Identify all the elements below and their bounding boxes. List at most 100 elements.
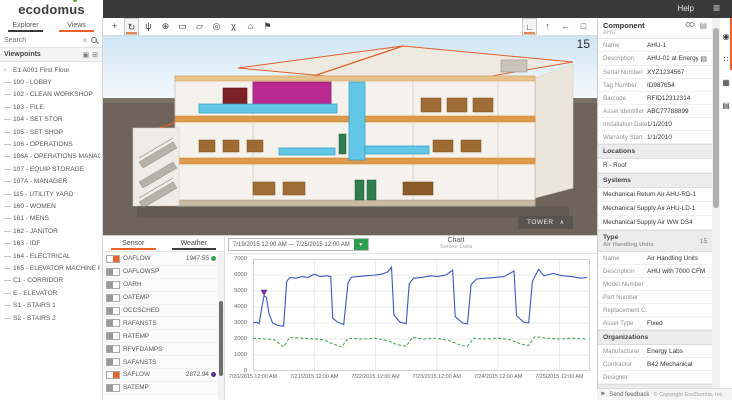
search-row: × (0, 33, 102, 48)
dash-icon: — (4, 191, 13, 198)
calendar-dropdown-button[interactable]: ▾ (354, 239, 368, 250)
add-folder-icon[interactable]: ⊞ (92, 51, 98, 59)
viewpoint-item[interactable]: —102 - CLEAN WORKSHOP (0, 89, 102, 101)
sensor-toggle[interactable] (106, 358, 120, 366)
walk-icon[interactable]: ψ (141, 18, 156, 35)
system-link[interactable]: Mechanical Supply Air WW DS4 (598, 216, 712, 230)
sensor-row[interactable]: SATEMP (103, 382, 218, 395)
sensor-toggle[interactable] (106, 345, 120, 353)
chart-header: 7/19/2015 12:00 AM — 7/25/2015 12:00 AM … (225, 236, 597, 254)
explode-icon[interactable]: χ (226, 18, 241, 35)
viewpoint-item[interactable]: —107A - MANAGER (0, 176, 102, 188)
camera-icon[interactable]: ▣ (83, 51, 90, 59)
dash-icon: — (4, 116, 13, 123)
viewpoint-item[interactable]: —161 - MENS (0, 213, 102, 225)
viewpoint-item[interactable]: —163 - IDF (0, 237, 102, 249)
zoom-window-icon[interactable]: ▭ (175, 18, 190, 35)
sensor-row[interactable]: RATEMP (103, 330, 218, 343)
sensor-row[interactable]: OAFLOWSP (103, 266, 218, 279)
section-icon[interactable]: ▱ (192, 18, 207, 35)
clear-search-icon[interactable]: × (82, 36, 87, 45)
pan-icon[interactable]: + (107, 18, 122, 35)
section-type: TypeAir Handling Units 15 (598, 230, 712, 252)
location-link[interactable]: R - Roof (598, 159, 712, 173)
home-icon[interactable]: ⌂ (243, 18, 258, 35)
viewpoint-item[interactable]: —105 - SET SHOP (0, 126, 102, 138)
viewpoint-item[interactable]: —164 - ELECTRICAL (0, 250, 102, 262)
date-range-picker[interactable]: 7/19/2015 12:00 AM — 7/25/2015 12:00 AM … (228, 238, 369, 251)
viewpoint-item[interactable]: —100 - LOBBY (0, 76, 102, 88)
tab-sensor[interactable]: Sensor (103, 236, 164, 251)
sidebar: Explorer Views × Viewpoints ▣ ⊞ ‹E1 A001… (0, 18, 103, 400)
viewpoint-item[interactable]: —107 - EQUIP STORAGE (0, 163, 102, 175)
save-icon[interactable]: ▦ (720, 78, 732, 87)
viewpoint-item[interactable]: —C1 - CORRIDOR (0, 275, 102, 287)
sensor-toggle[interactable] (106, 281, 120, 289)
search-icon[interactable] (90, 36, 98, 44)
sensor-row[interactable]: RFVFDAMPS (103, 343, 218, 356)
sensor-toggle[interactable] (106, 255, 120, 263)
viewpoint-item[interactable]: —162 - JANITOR (0, 225, 102, 237)
tab-weather[interactable]: Weather (164, 236, 225, 251)
viewpoint-item[interactable]: —S1 - STAIRS 1 (0, 299, 102, 311)
sensor-toggle[interactable] (106, 332, 120, 340)
select-icon[interactable]: ⚑ (260, 18, 275, 35)
dash-icon: — (4, 215, 13, 222)
tower-button[interactable]: TOWER∧ (518, 216, 573, 229)
viewpoint-item[interactable]: —103 - FILE (0, 101, 102, 113)
dash-icon: — (4, 290, 13, 297)
panel-subtitle: AHU (603, 30, 681, 36)
viewcube-icon[interactable]: □ (576, 18, 591, 35)
sensor-toggle[interactable] (106, 371, 120, 379)
sensor-row[interactable]: SAFLOW2872.94 (103, 369, 218, 382)
property-row: NameAHU-1 (598, 39, 712, 52)
viewpoint-item[interactable]: —104 - SET STOR (0, 114, 102, 126)
properties-scrollbar[interactable] (712, 18, 720, 388)
hamburger-menu-icon[interactable]: ≡ (713, 1, 720, 15)
system-link[interactable]: Mechanical Supply Air AHU-LD-1 (598, 202, 712, 216)
sensor-toggle[interactable] (106, 268, 120, 276)
sensor-row[interactable]: SAFANSTS (103, 356, 218, 369)
viewpoint-item[interactable]: —106 - OPERATIONS (0, 138, 102, 150)
sensor-toggle[interactable] (106, 294, 120, 302)
help-link[interactable]: Help (678, 4, 694, 13)
chart-icon[interactable]: ∟ (522, 18, 537, 35)
property-row: Installation Date1/1/2010 (598, 118, 712, 131)
system-link[interactable]: Mechanical Return Air AHU-RD-1 (598, 188, 712, 202)
viewpoint-item[interactable]: —115 - UTILITY YARD (0, 188, 102, 200)
viewpoint-item[interactable]: —160 - WOMEN (0, 200, 102, 212)
viewpoint-item[interactable]: —E - ELEVATOR (0, 287, 102, 299)
focus-icon[interactable]: ◎ (209, 18, 224, 35)
orbit-icon[interactable]: ↻ (124, 18, 139, 35)
sensor-row[interactable]: OCCSCHED (103, 305, 218, 318)
3d-viewport[interactable]: 15 TOWER∧ (103, 36, 597, 235)
scrollbar-thumb[interactable] (219, 301, 223, 376)
zoom-icon[interactable]: ⊕ (158, 18, 173, 35)
sensor-toggle[interactable] (106, 307, 120, 315)
tab-views[interactable]: Views (51, 18, 102, 33)
export-icon[interactable]: ▤ (699, 21, 707, 30)
search-input[interactable] (4, 37, 79, 44)
sensor-toggle[interactable] (106, 319, 120, 327)
logo[interactable]: ecodomus (0, 0, 103, 18)
viewpoint-item-parent[interactable]: ‹E1 A001 First Floor (0, 64, 102, 76)
sensor-toggle[interactable] (106, 384, 120, 392)
send-feedback-link[interactable]: Send feedback (609, 392, 649, 398)
sensor-row[interactable]: OATEMP (103, 292, 218, 305)
back-arrow-icon[interactable]: ← (558, 18, 573, 35)
sensor-row[interactable]: OARH (103, 279, 218, 292)
sensor-row[interactable]: RAFANSTS (103, 317, 218, 330)
sensor-row[interactable]: OAFLOW1947.55 (103, 253, 218, 266)
scrollbar-thumb[interactable] (713, 28, 719, 208)
export-icon[interactable]: ▤ (720, 101, 732, 110)
viewpoint-item[interactable]: —S2 - STAIRS 2 (0, 312, 102, 324)
link-icon[interactable] (685, 21, 695, 30)
viewpoint-item[interactable]: —165 - ELEVATOR MACHINE ROOM (0, 262, 102, 274)
dash-icon: — (4, 178, 13, 185)
tab-explorer[interactable]: Explorer (0, 18, 51, 33)
viewpoint-item[interactable]: —106A - OPERATIONS MANAGER (0, 151, 102, 163)
menu-icon[interactable]: ▤ (700, 55, 707, 63)
y-tick-label: 1000 (234, 352, 247, 358)
fly-up-icon[interactable]: ↑ (540, 18, 555, 35)
3d-building-cutaway[interactable] (103, 36, 597, 235)
